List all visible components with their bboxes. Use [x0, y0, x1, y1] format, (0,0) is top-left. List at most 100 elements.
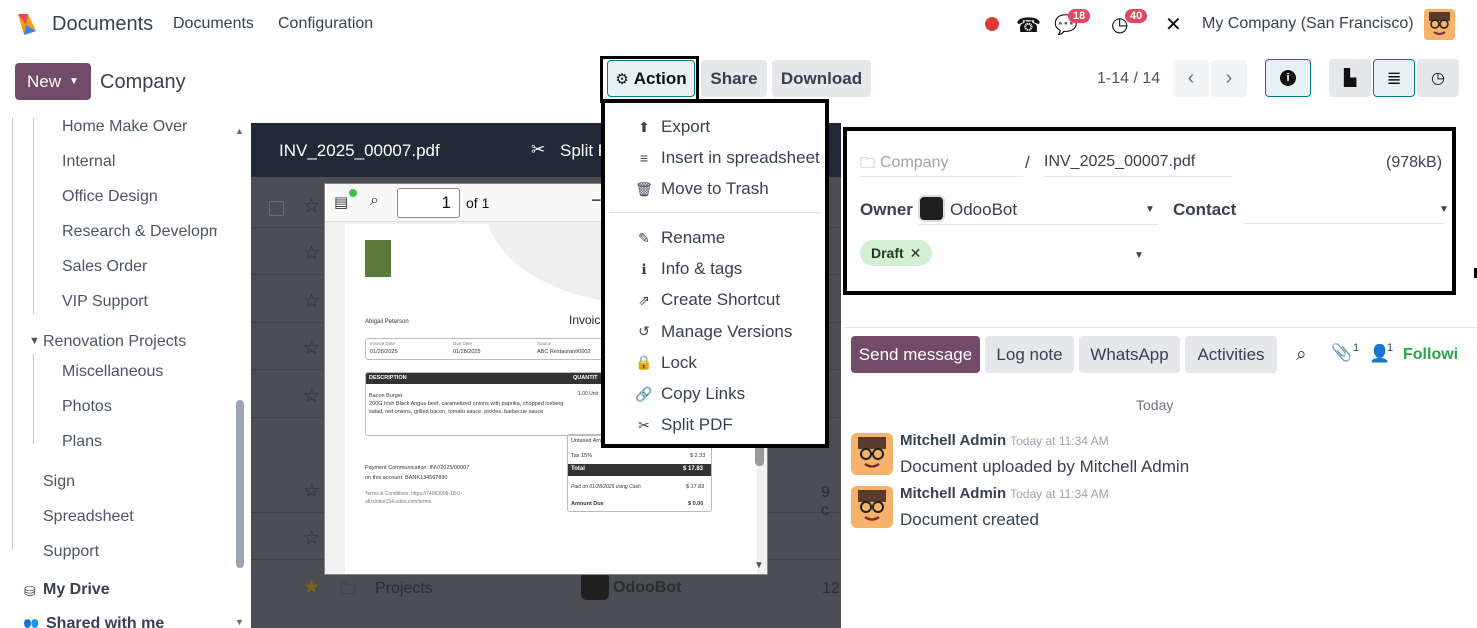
zoom-out-icon[interactable]: − [591, 190, 602, 211]
documents-app-icon[interactable] [14, 11, 40, 37]
sidebar-scrollbar-down[interactable]: ▼ [235, 617, 244, 627]
following-button[interactable]: Followi [1403, 346, 1458, 364]
sidebar-item-sales-order[interactable]: Sales Order [62, 258, 147, 276]
dropdown-item-copy-links[interactable]: 🔗 Copy Links [605, 380, 825, 408]
dropdown-item-move-to-trash[interactable]: 🗑 Move to Trash [605, 175, 825, 203]
filename-field[interactable]: INV_2025_00007.pdf [1044, 153, 1195, 171]
star-icon[interactable]: ☆ [303, 385, 320, 408]
sidebar-toggle-icon[interactable]: ▤ [334, 193, 348, 211]
activity-view-button[interactable]: ◷ [1417, 59, 1459, 97]
paperclip-icon[interactable]: 📎 [1331, 343, 1352, 363]
activities-button[interactable]: Activities [1185, 336, 1277, 373]
sidebar-item-sign[interactable]: Sign [43, 473, 75, 491]
search-icon[interactable]: ⌕ [1296, 344, 1307, 366]
star-icon[interactable]: ☆ [303, 290, 320, 313]
folder-field[interactable]: Company [880, 154, 948, 172]
contact-caret-icon[interactable]: ▼ [1439, 204, 1449, 215]
sidebar-item-support[interactable]: Support [43, 543, 99, 561]
new-button[interactable]: New ▼ [15, 63, 91, 100]
lines-table: DESCRIPTION QUANTIT Bacon Burger 200G Ir… [365, 372, 605, 436]
contact-field[interactable] [1244, 195, 1444, 224]
info-icon: ℹ [641, 260, 647, 277]
search-icon[interactable]: ⌕ [370, 192, 379, 210]
sidebar-item-research[interactable]: Research & Developm [62, 223, 217, 241]
folder-icon: 🗀 [340, 581, 357, 598]
source-label: Source [537, 341, 552, 346]
sidebar-item-internal[interactable]: Internal [62, 153, 115, 171]
due-date-label: Due Date [453, 341, 473, 346]
dropdown-item-info-tags[interactable]: ℹ Info & tags [605, 255, 825, 283]
dropdown-item-lock[interactable]: 🔒 Lock [605, 349, 825, 377]
tag-draft[interactable]: Draft ✕ [860, 240, 933, 266]
dropdown-item-split-pdf[interactable]: ✂ Split PDF [605, 411, 825, 439]
app-name[interactable]: Documents [52, 13, 153, 36]
whatsapp-button[interactable]: WhatsApp [1079, 336, 1180, 373]
sidebar-item-miscellaneous[interactable]: Miscellaneous [62, 363, 163, 381]
share-button[interactable]: Share [701, 60, 767, 97]
dropdown-item-insert-in-spreadsheet[interactable]: ≡ Insert in spreadsheet [605, 144, 825, 172]
log-note-button[interactable]: Log note [985, 336, 1074, 373]
owner-label: Owner [860, 200, 913, 219]
row-checkbox[interactable] [269, 201, 284, 216]
dropdown-item-create-shortcut[interactable]: ⇗ Create Shortcut [605, 286, 825, 314]
sidebar-scrollbar-up[interactable]: ▲ [235, 126, 244, 136]
folder-count: 12 [822, 580, 840, 597]
star-icon[interactable]: ☆ [303, 527, 320, 550]
sidebar-item-renovation-projects[interactable]: Renovation Projects [43, 333, 186, 351]
paid-label: Paid on 01/28/2025 using Cash [571, 484, 641, 490]
menu-documents[interactable]: Documents [173, 15, 254, 33]
message-author-avatar[interactable] [851, 433, 893, 475]
contact-label: Contact [1173, 200, 1237, 219]
sidebar-item-home-make-over[interactable]: Home Make Over [62, 118, 187, 136]
scissors-icon[interactable]: ✂ [531, 140, 545, 160]
sidebar-item-spreadsheet[interactable]: Spreadsheet [43, 508, 134, 526]
sidebar-item-vip-support[interactable]: VIP Support [62, 293, 148, 311]
star-icon[interactable]: ☆ [303, 337, 320, 360]
sidebar-item-photos[interactable]: Photos [62, 398, 112, 416]
message-author[interactable]: Mitchell Admin Today at 11:34 AM [900, 432, 1109, 449]
kanban-view-button[interactable]: ▙ [1329, 59, 1371, 97]
owner-field[interactable]: OdooBot [950, 200, 1017, 220]
tags-caret-icon[interactable]: ▼ [1134, 250, 1144, 261]
date-separator: Today [1136, 397, 1174, 413]
star-icon[interactable]: ☆ [303, 242, 320, 265]
amount-due-value: $ 0.00 [688, 501, 704, 507]
star-icon[interactable]: ☆ [303, 195, 320, 218]
star-filled-icon[interactable]: ★ [303, 576, 320, 599]
dropdown-item-export[interactable]: ⬆ Export [605, 113, 825, 141]
sidebar-shared-with-me[interactable]: Shared with me [46, 615, 164, 628]
close-icon[interactable]: ✕ [910, 245, 922, 262]
list-view-button[interactable]: ≣ [1373, 59, 1415, 97]
star-icon[interactable]: ☆ [303, 480, 320, 503]
sidebar-my-drive[interactable]: My Drive [43, 581, 110, 599]
owner-caret-icon[interactable]: ▼ [1145, 204, 1155, 215]
caret-down-icon[interactable]: ▼ [29, 335, 40, 347]
send-message-button[interactable]: Send message [851, 336, 980, 373]
page-number-input[interactable]: 1 [397, 188, 460, 218]
user-avatar[interactable] [1424, 9, 1455, 40]
edit-icon: ✎ [638, 229, 650, 246]
pager-previous-button[interactable]: ‹ [1173, 60, 1209, 97]
sidebar-item-office-design[interactable]: Office Design [62, 188, 158, 206]
message-author[interactable]: Mitchell Admin Today at 11:34 AM [900, 485, 1109, 502]
menu-configuration[interactable]: Configuration [278, 15, 373, 33]
pdf-scroll-down[interactable]: ▼ [754, 560, 764, 571]
download-button[interactable]: Download [772, 60, 871, 97]
sidebar-scrollbar-thumb[interactable] [236, 400, 244, 568]
phone-icon[interactable]: ☎ [1016, 13, 1041, 38]
recording-dot-icon[interactable] [985, 17, 999, 31]
message-author-avatar[interactable] [851, 486, 893, 528]
tools-icon[interactable]: ✕ [1165, 12, 1182, 37]
company-switcher[interactable]: My Company (San Francisco) [1202, 15, 1414, 33]
dropdown-item-rename[interactable]: ✎ Rename [605, 224, 825, 252]
tree-line [12, 118, 13, 550]
pager-value[interactable]: 1-14 / 14 [1097, 70, 1160, 88]
sidebar-item-plans[interactable]: Plans [62, 433, 102, 451]
dropdown-item-manage-versions[interactable]: ↺ Manage Versions [605, 318, 825, 346]
pager-next-button[interactable]: › [1211, 60, 1247, 97]
invoice-customer: Abigail Peterson [365, 319, 409, 325]
viewer-filename: INV_2025_00007.pdf [279, 141, 440, 160]
info-panel-toggle[interactable]: i [1265, 59, 1311, 97]
author-name: Mitchell Admin [900, 432, 1007, 449]
dropdown-item-label: Info & tags [661, 259, 743, 279]
